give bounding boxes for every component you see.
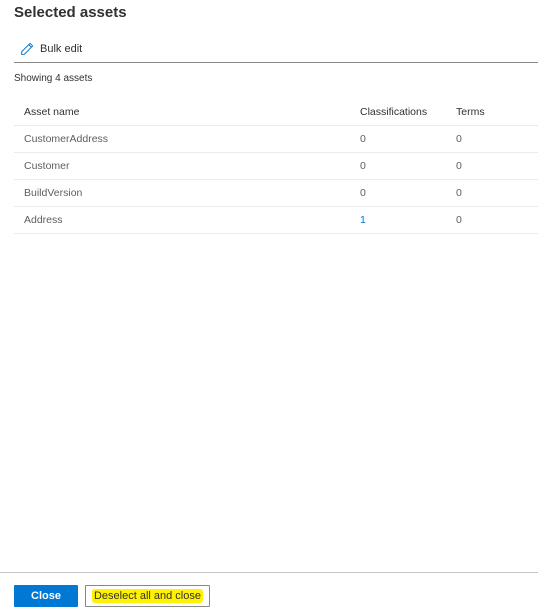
pencil-icon (21, 42, 34, 55)
asset-name-cell: Address (14, 206, 360, 234)
table-row[interactable]: Address 1 0 (14, 206, 538, 234)
terms-cell: 0 (456, 152, 538, 180)
bulk-edit-button[interactable]: Bulk edit (20, 41, 82, 57)
terms-cell: 0 (456, 179, 538, 207)
column-header-terms[interactable]: Terms (456, 98, 538, 126)
classifications-link[interactable]: 1 (360, 206, 456, 234)
terms-cell: 0 (456, 206, 538, 234)
deselect-all-label: Deselect all and close (91, 589, 203, 603)
bulk-edit-label: Bulk edit (40, 43, 83, 55)
deselect-all-and-close-button[interactable]: Deselect all and close (85, 585, 210, 607)
column-header-asset-name[interactable]: Asset name (14, 98, 360, 126)
table-row[interactable]: Customer 0 0 (14, 152, 538, 180)
table-header-row: Asset name Classifications Terms (14, 98, 538, 126)
toolbar: Bulk edit (14, 36, 538, 63)
panel-title: Selected assets (14, 4, 127, 21)
classifications-cell: 0 (360, 125, 456, 153)
column-header-classifications[interactable]: Classifications (360, 98, 456, 126)
panel-footer: Close Deselect all and close (0, 572, 538, 611)
classifications-cell: 0 (360, 179, 456, 207)
classifications-cell: 0 (360, 152, 456, 180)
asset-name-cell: BuildVersion (14, 179, 360, 207)
table-row[interactable]: BuildVersion 0 0 (14, 179, 538, 207)
asset-count: Showing 4 assets (14, 73, 93, 84)
assets-table: Asset name Classifications Terms Custome… (14, 98, 538, 234)
asset-name-cell: Customer (14, 152, 360, 180)
table-row[interactable]: CustomerAddress 0 0 (14, 125, 538, 153)
asset-name-cell: CustomerAddress (14, 125, 360, 153)
close-button[interactable]: Close (14, 585, 78, 607)
terms-cell: 0 (456, 125, 538, 153)
